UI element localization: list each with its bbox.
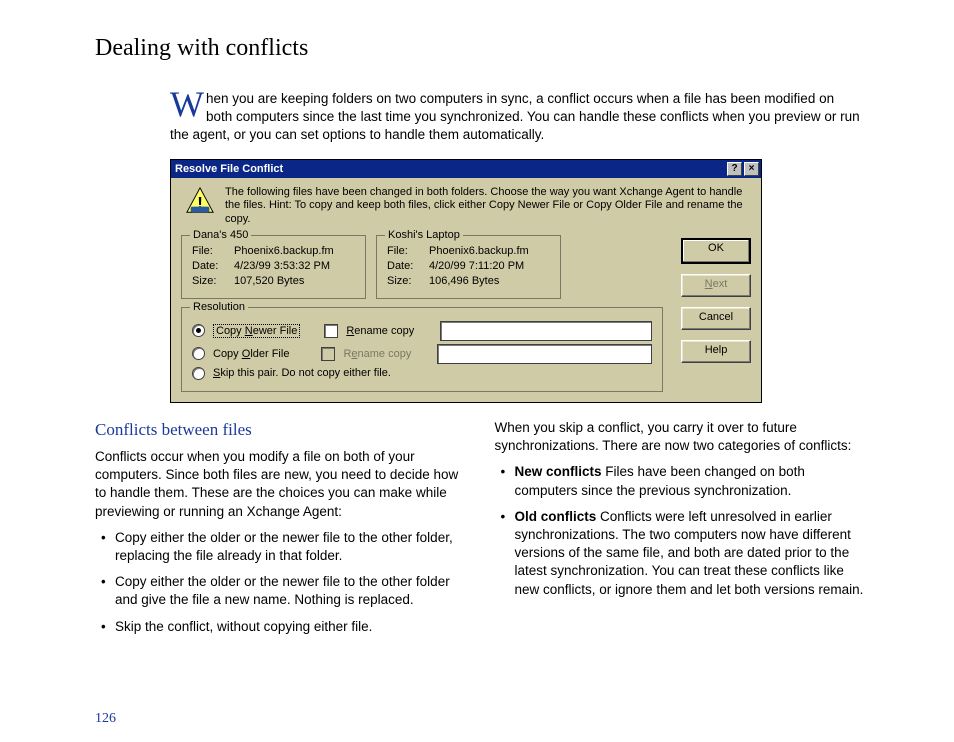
- list-item: Copy either the older or the newer file …: [95, 573, 465, 609]
- rename-copy-1-checkbox[interactable]: [324, 324, 338, 338]
- choices-list: Copy either the older or the newer file …: [95, 529, 465, 636]
- right-file-group: Koshi's Laptop File:Phoenix6.backup.fm D…: [376, 235, 561, 299]
- size-value: 106,496 Bytes: [429, 275, 499, 287]
- ok-button[interactable]: OK: [681, 238, 751, 264]
- left-paragraph: Conflicts occur when you modify a file o…: [95, 448, 465, 521]
- warning-icon: !: [185, 186, 215, 216]
- left-file-group: Dana's 450 File:Phoenix6.backup.fm Date:…: [181, 235, 366, 299]
- page-title: Dealing with conflicts: [95, 35, 864, 62]
- dialog-title: Resolve File Conflict: [175, 163, 283, 175]
- cancel-button[interactable]: Cancel: [681, 307, 751, 330]
- rename-field-1[interactable]: [440, 321, 652, 341]
- close-icon[interactable]: ×: [744, 162, 759, 176]
- file-label: File:: [192, 245, 234, 257]
- radio-skip[interactable]: [192, 367, 205, 380]
- resolution-group: Resolution Copy Newer File Rename copy C…: [181, 307, 663, 392]
- radio-copy-newer[interactable]: [192, 324, 205, 337]
- list-item: New conflicts Files have been changed on…: [495, 463, 865, 499]
- radio-copy-older[interactable]: [192, 347, 205, 360]
- new-conflicts-bold: New conflicts: [515, 464, 602, 479]
- file-label: File:: [387, 245, 429, 257]
- right-intro: When you skip a conflict, you carry it o…: [495, 419, 865, 455]
- dialog-instruction: The following files have been changed in…: [225, 186, 751, 227]
- list-item: Copy either the older or the newer file …: [95, 529, 465, 565]
- list-item: Old conflicts Conflicts were left unreso…: [495, 508, 865, 599]
- dropcap: W: [170, 88, 204, 120]
- size-label: Size:: [192, 275, 234, 287]
- help-icon[interactable]: ?: [727, 162, 742, 176]
- conflict-types-list: New conflicts Files have been changed on…: [495, 463, 865, 599]
- subsection-heading: Conflicts between files: [95, 419, 465, 442]
- date-value: 4/23/99 3:53:32 PM: [234, 260, 330, 272]
- next-button[interactable]: Next: [681, 274, 751, 297]
- intro-paragraph: When you are keeping folders on two comp…: [170, 90, 864, 145]
- help-button[interactable]: Help: [681, 340, 751, 363]
- rename-field-2: [437, 344, 652, 364]
- date-label: Date:: [387, 260, 429, 272]
- dialog-titlebar: Resolve File Conflict ? ×: [171, 160, 761, 178]
- rename-copy-1-label: Rename copy: [346, 325, 428, 337]
- resolve-conflict-dialog: Resolve File Conflict ? × ! The followin…: [170, 159, 762, 403]
- copy-newer-label: Copy Newer File: [213, 324, 300, 338]
- size-value: 107,520 Bytes: [234, 275, 304, 287]
- left-legend: Dana's 450: [190, 229, 251, 241]
- file-value: Phoenix6.backup.fm: [234, 245, 334, 257]
- date-value: 4/20/99 7:11:20 PM: [429, 260, 524, 272]
- size-label: Size:: [387, 275, 429, 287]
- file-value: Phoenix6.backup.fm: [429, 245, 529, 257]
- date-label: Date:: [192, 260, 234, 272]
- page-number: 126: [95, 711, 116, 727]
- rename-copy-2-label: Rename copy: [343, 348, 425, 360]
- copy-older-label: Copy Older File: [213, 348, 289, 360]
- intro-text: hen you are keeping folders on two compu…: [170, 91, 860, 142]
- list-item: Skip the conflict, without copying eithe…: [95, 618, 465, 636]
- rename-copy-2-checkbox: [321, 347, 335, 361]
- old-conflicts-bold: Old conflicts: [515, 509, 597, 524]
- resolution-legend: Resolution: [190, 301, 248, 313]
- right-legend: Koshi's Laptop: [385, 229, 463, 241]
- skip-label: Skip this pair. Do not copy either file.: [213, 367, 391, 379]
